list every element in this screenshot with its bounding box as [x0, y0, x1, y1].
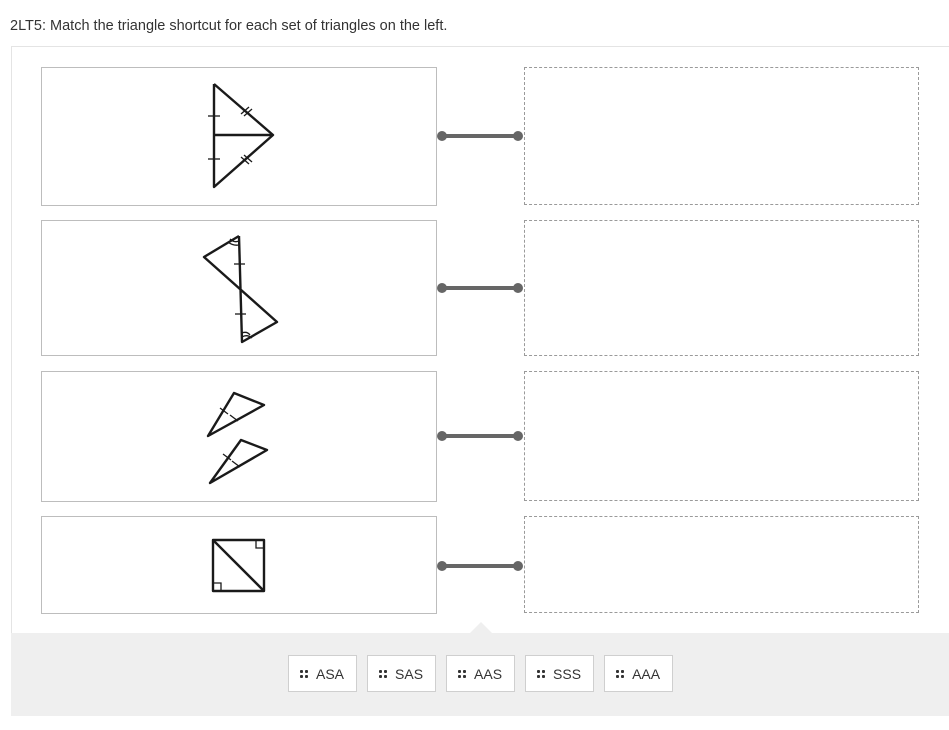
drop-target-4[interactable] [524, 516, 919, 613]
chip-label: SSS [553, 665, 582, 682]
kite-shared-side-figure-icon [208, 83, 275, 189]
chip-label: ASA [316, 665, 345, 682]
drop-target-2[interactable] [524, 220, 919, 356]
match-item-1 [41, 67, 437, 206]
chip-aas[interactable]: AAS [446, 655, 516, 692]
match-item-2 [41, 220, 437, 356]
chip-label: AAS [474, 665, 503, 682]
bowtie-vertical-angle-figure-icon [202, 234, 279, 344]
chip-asa[interactable]: ASA [288, 655, 358, 692]
drag-handle-icon [300, 669, 308, 678]
chip-label: SAS [395, 665, 424, 682]
chip-sss[interactable]: SSS [525, 655, 595, 692]
match-item-4 [41, 516, 437, 614]
match-connector [437, 561, 523, 571]
match-connector [437, 283, 523, 293]
match-connector [437, 131, 523, 141]
two-separate-triangles-figure-icon [206, 391, 269, 485]
match-item-3 [41, 371, 437, 502]
drop-target-3[interactable] [524, 371, 919, 501]
answer-bank: ASA SAS AAS SSS AAA [288, 655, 674, 692]
question-prompt: 2LT5: Match the triangle shortcut for ea… [10, 18, 448, 34]
drag-handle-icon [458, 669, 467, 678]
drag-handle-icon [537, 669, 546, 678]
drag-handle-icon [616, 669, 625, 678]
drag-handle-icon [379, 669, 388, 678]
match-connector [437, 431, 523, 441]
chip-label: AAA [632, 665, 661, 682]
square-with-diagonal-figure-icon [211, 538, 266, 593]
chip-sas[interactable]: SAS [367, 655, 437, 692]
chip-aaa[interactable]: AAA [604, 655, 674, 692]
drop-target-1[interactable] [524, 67, 919, 205]
